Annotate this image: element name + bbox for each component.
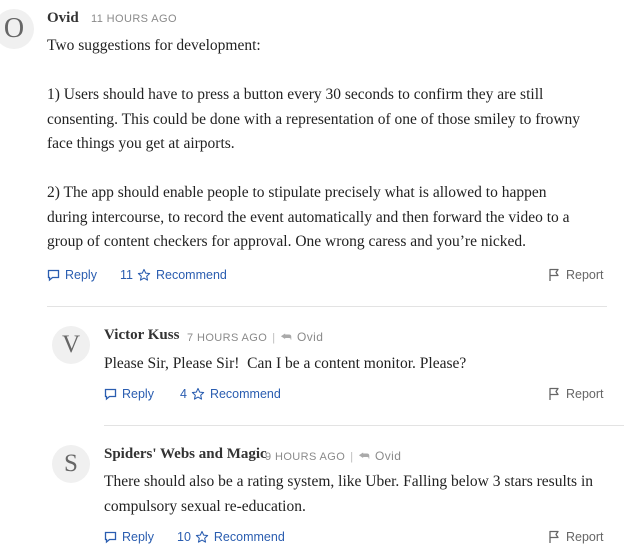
star-outline-icon [195, 530, 209, 543]
comment-paragraph: consenting. This could be done with a re… [47, 110, 581, 128]
comment-paragraph: during intercourse, to record the event … [47, 208, 570, 226]
comment-body: Two suggestions for development: 1) User… [47, 34, 580, 255]
parent-author: Ovid [375, 449, 402, 463]
comment-actions: Reply 10 Recommend [104, 530, 304, 548]
flag-icon [549, 530, 559, 543]
recommend-button[interactable]: 4 Recommend [180, 387, 281, 401]
reply-label: Reply [122, 387, 154, 401]
recommend-label: Recommend [213, 530, 285, 544]
comment-divider [47, 306, 607, 307]
comment-author[interactable]: Victor Kuss [104, 327, 179, 344]
meta-separator: | [350, 451, 354, 463]
parent-link[interactable]: ⮪ Ovid [280, 330, 323, 344]
comment-body: Please Sir, Please Sir! Can I be a conte… [104, 352, 466, 377]
star-outline-icon [191, 387, 205, 400]
comment-actions: Reply 4 Recommend [104, 387, 304, 405]
comment-meta: 9 HOURS AGO | ⮪ Ovid [265, 449, 401, 464]
avatar[interactable]: S [52, 445, 90, 483]
recommend-count: 10 [177, 530, 191, 544]
comment-paragraph: compulsory sexual re-education. [104, 497, 306, 515]
meta-separator: | [272, 332, 276, 344]
recommend-button[interactable]: 11 Recommend [120, 268, 227, 282]
reply-label: Reply [65, 268, 97, 282]
comment-divider [104, 425, 624, 426]
comment-author[interactable]: Ovid [47, 10, 79, 27]
report-label: Report [566, 530, 604, 544]
speech-bubble-icon [104, 388, 117, 400]
recommend-count: 11 [120, 268, 133, 282]
comment-meta: 7 HOURS AGO | ⮪ Ovid [187, 330, 323, 345]
avatar-initial: V [61, 331, 81, 358]
recommend-button[interactable]: 10 Recommend [177, 530, 285, 544]
flag-icon [549, 268, 559, 281]
avatar[interactable]: V [52, 326, 90, 364]
comment-timestamp[interactable]: 7 HOURS AGO [187, 332, 267, 344]
speech-bubble-icon [47, 269, 60, 281]
avatar-initial: S [64, 450, 78, 477]
report-label: Report [566, 387, 604, 401]
report-button[interactable]: Report [548, 530, 604, 544]
comment-paragraph: face things you get at airports. [47, 135, 235, 152]
avatar[interactable]: O [0, 9, 34, 49]
comment-author[interactable]: Spiders' Webs and Magic [104, 446, 267, 463]
star-outline-icon [137, 268, 151, 281]
report-button[interactable]: Report [548, 387, 604, 401]
comment-paragraph: group of content checkers for approval. … [47, 233, 527, 250]
avatar-initial: O [3, 13, 25, 44]
reply-arrow-icon: ⮪ [280, 330, 293, 344]
comment-paragraph: Please Sir, Please Sir! Can I be a conte… [104, 355, 467, 372]
reply-button[interactable]: Reply [104, 387, 154, 401]
report-button[interactable]: Report [548, 268, 604, 282]
parent-author: Ovid [297, 330, 324, 344]
comment-paragraph: Two suggestions for development: [47, 37, 261, 54]
comment-paragraph: 2) The app should enable people to stipu… [47, 184, 547, 201]
reply-button[interactable]: Reply [47, 268, 97, 282]
reply-button[interactable]: Reply [104, 530, 154, 544]
comment-body: There should also be a rating system, li… [104, 470, 593, 519]
comment-timestamp[interactable]: 11 HOURS AGO [91, 13, 177, 25]
reply-label: Reply [122, 530, 154, 544]
comment-paragraph: There should also be a rating system, li… [104, 473, 594, 490]
comment-timestamp[interactable]: 9 HOURS AGO [265, 451, 345, 463]
flag-icon [549, 387, 559, 400]
parent-link[interactable]: ⮪ Ovid [358, 449, 401, 463]
reply-arrow-icon: ⮪ [358, 449, 371, 463]
speech-bubble-icon [104, 531, 117, 543]
comment-paragraph: 1) Users should have to press a button e… [47, 86, 544, 103]
recommend-count: 4 [180, 387, 187, 401]
recommend-label: Recommend [209, 387, 281, 401]
report-label: Report [566, 268, 604, 282]
recommend-label: Recommend [155, 268, 227, 282]
comment-actions: Reply 11 Recommend [47, 268, 247, 286]
